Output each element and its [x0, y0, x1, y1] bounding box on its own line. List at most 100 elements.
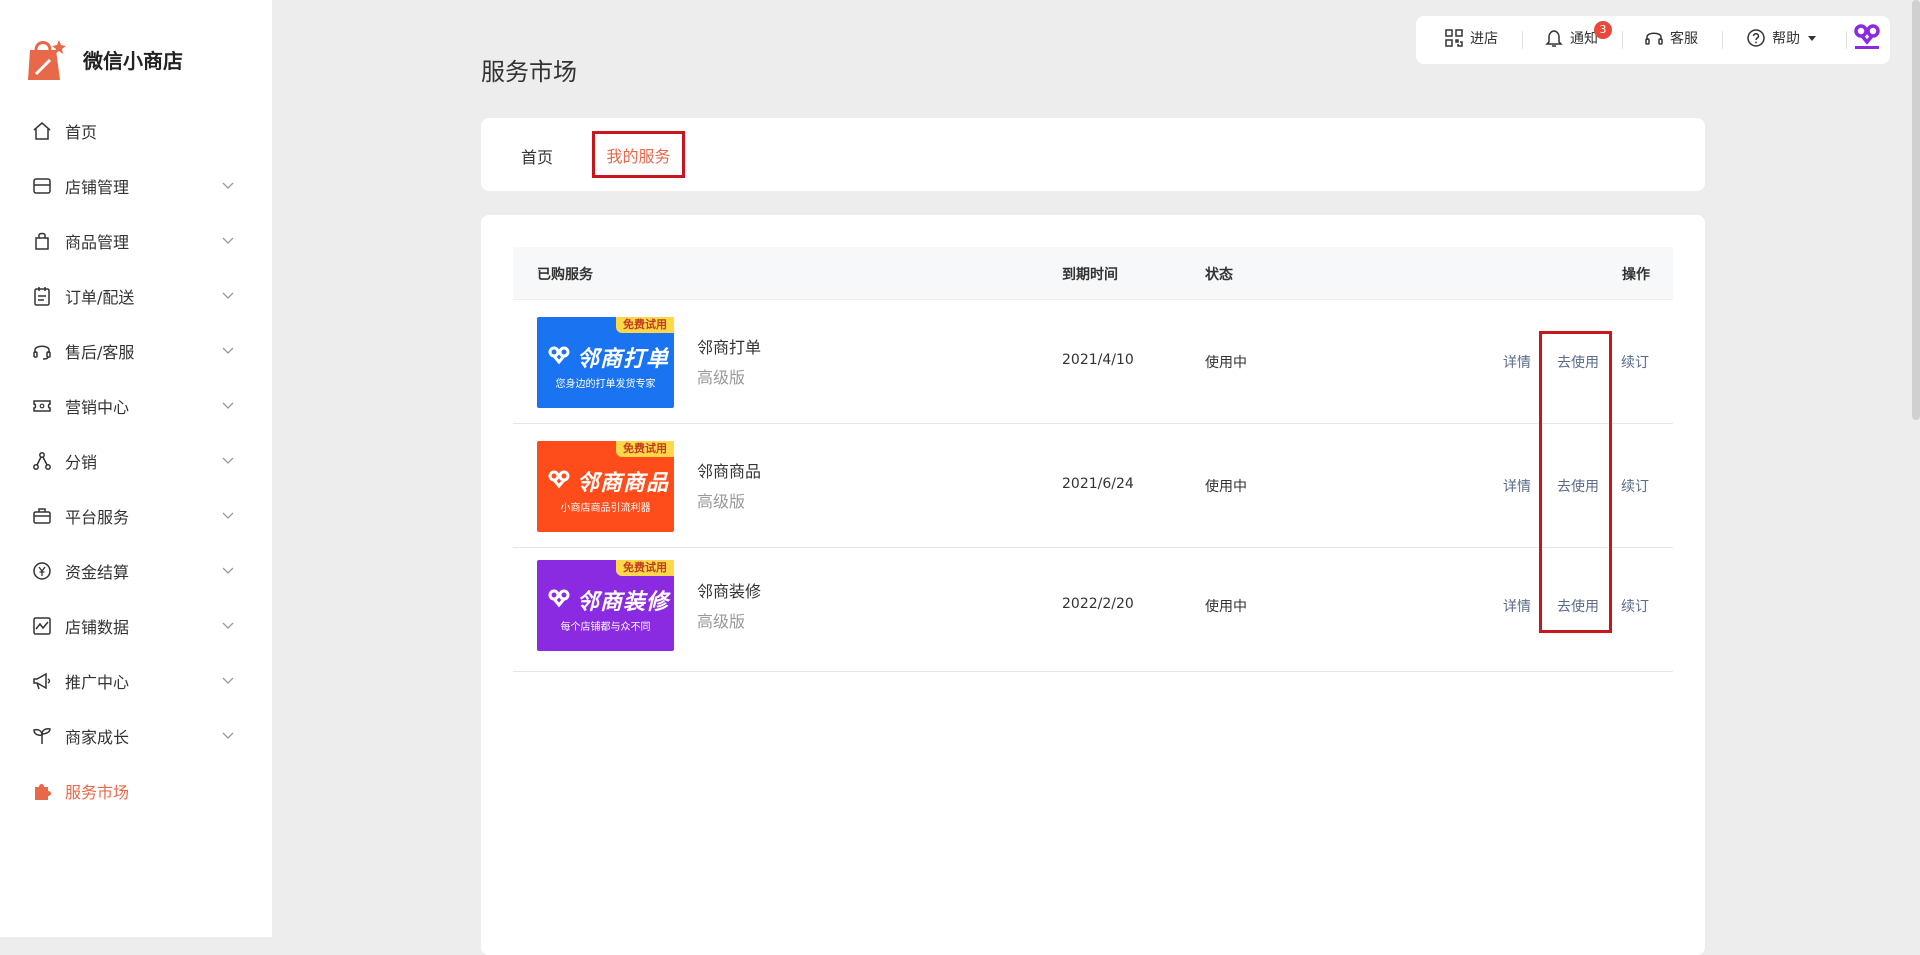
go-use-link[interactable]: 去使用 [1557, 596, 1599, 616]
column-header-status: 状态 [1205, 267, 1233, 283]
thumbnail-subtitle: 小商店商品引流利器 [560, 503, 651, 514]
brand-name: 微信小商店 [83, 48, 183, 73]
renew-link[interactable]: 续订 [1621, 476, 1649, 496]
column-header-ops: 操作 [1622, 267, 1650, 283]
caret-down-icon [1808, 36, 1816, 41]
purchased-services-table: 已购服务 到期时间 状态 操作 免费试用 邻商打单 您身边的打单发货专家 邻商打… [513, 247, 1673, 672]
free-trial-badge: 免费试用 [616, 560, 674, 576]
detail-link[interactable]: 详情 [1503, 596, 1531, 616]
sidebar-item-orders[interactable]: 订单/配送 [0, 268, 272, 323]
chevron-down-icon [222, 347, 234, 354]
help-dropdown[interactable]: 帮助 [1746, 28, 1818, 48]
divider [1622, 31, 1623, 49]
sidebar-item-label: 服务市场 [65, 782, 130, 802]
chevron-down-icon [222, 402, 234, 409]
table-header: 已购服务 到期时间 状态 操作 [513, 247, 1673, 300]
store-icon [31, 175, 53, 197]
sidebar-item-label: 售后/客服 [65, 342, 135, 362]
service-thumbnail[interactable]: 免费试用 邻商打单 您身边的打单发货专家 [537, 317, 674, 408]
thumbnail-subtitle: 您身边的打单发货专家 [555, 379, 656, 390]
bag-icon [31, 230, 53, 252]
free-trial-badge: 免费试用 [616, 317, 674, 333]
free-trial-badge: 免费试用 [616, 441, 674, 457]
brand-avatar-icon [1854, 24, 1880, 49]
go-use-link[interactable]: 去使用 [1557, 476, 1599, 496]
sidebar-item-label: 店铺管理 [65, 177, 130, 197]
enter-store-label: 进店 [1470, 31, 1498, 47]
customer-service-label: 客服 [1670, 31, 1698, 47]
page-scrollbar[interactable] [1912, 0, 1920, 420]
chevron-down-icon [222, 732, 234, 739]
sidebar-item-home[interactable]: 首页 [0, 103, 272, 158]
customer-service-button[interactable]: 客服 [1644, 28, 1698, 48]
sidebar-item-goods[interactable]: 商品管理 [0, 213, 272, 268]
brand-mark-icon [548, 589, 570, 608]
sidebar-item-store[interactable]: 店铺管理 [0, 158, 272, 213]
go-use-link[interactable]: 去使用 [1557, 352, 1599, 372]
enter-store-button[interactable]: 进店 [1444, 28, 1498, 48]
expire-date: 2022/2/20 [1062, 596, 1134, 612]
sidebar-item-label: 分销 [65, 452, 98, 472]
megaphone-icon [31, 670, 53, 692]
sprout-icon [31, 725, 53, 747]
tab-my-services[interactable]: 我的服务 [592, 131, 685, 178]
service-thumbnail[interactable]: 免费试用 邻商商品 小商店商品引流利器 [537, 441, 674, 532]
sidebar-item-growth[interactable]: 商家成长 [0, 708, 272, 763]
sidebar-item-label: 资金结算 [65, 562, 130, 582]
chart-icon [31, 615, 53, 637]
table-row: 免费试用 邻商装修 每个店铺都与众不同 邻商装修 高级版 2022/2/20 使… [513, 548, 1673, 672]
notification-button[interactable]: 通知 3 [1544, 21, 1612, 48]
bell-icon [1545, 30, 1563, 47]
headset-icon [1645, 32, 1663, 45]
sidebar-item-label: 商家成长 [65, 727, 130, 747]
chevron-down-icon [222, 292, 234, 299]
sidebar-item-label: 推广中心 [65, 672, 130, 692]
chevron-down-icon [222, 677, 234, 684]
top-toolbar: 进店 通知 3 客服 帮助 [1416, 16, 1890, 64]
sidebar-item-finance[interactable]: 资金结算 [0, 543, 272, 598]
sidebar-item-data[interactable]: 店铺数据 [0, 598, 272, 653]
brand[interactable]: 微信小商店 [26, 36, 183, 82]
ticket-icon [31, 395, 53, 417]
shopping-bag-logo-icon [28, 40, 66, 80]
sidebar-item-service-market[interactable]: 服务市场 [0, 763, 272, 818]
sidebar-item-aftersale[interactable]: 售后/客服 [0, 323, 272, 378]
chevron-down-icon [222, 237, 234, 244]
tab-my-services-label: 我的服务 [606, 146, 671, 166]
expire-date: 2021/4/10 [1062, 352, 1134, 368]
sidebar-item-label: 平台服务 [65, 507, 130, 527]
tab-home[interactable]: 首页 [521, 144, 553, 168]
yen-icon [31, 560, 53, 582]
status-text: 使用中 [1205, 355, 1247, 371]
renew-link[interactable]: 续订 [1621, 352, 1649, 372]
renew-link[interactable]: 续订 [1621, 596, 1649, 616]
sidebar-item-promotion[interactable]: 推广中心 [0, 653, 272, 708]
service-name: 邻商商品 [697, 462, 762, 481]
account-avatar[interactable] [1852, 22, 1882, 52]
services-card: 已购服务 到期时间 状态 操作 免费试用 邻商打单 您身边的打单发货专家 邻商打… [481, 215, 1705, 955]
detail-link[interactable]: 详情 [1503, 476, 1531, 496]
thumbnail-title: 邻商装修 [577, 590, 670, 615]
sidebar-item-marketing[interactable]: 营销中心 [0, 378, 272, 433]
sidebar-nav: 首页 店铺管理 商品管理 订单/配送 售后/客服 营销中心 分销 平台服务 资金… [0, 103, 272, 818]
thumbnail-title: 邻商商品 [577, 471, 670, 496]
service-thumbnail[interactable]: 免费试用 邻商装修 每个店铺都与众不同 [537, 560, 674, 651]
sidebar-item-platform[interactable]: 平台服务 [0, 488, 272, 543]
sidebar-item-distribution[interactable]: 分销 [0, 433, 272, 488]
page-title: 服务市场 [481, 58, 577, 86]
detail-link[interactable]: 详情 [1503, 352, 1531, 372]
status-text: 使用中 [1205, 599, 1247, 615]
sidebar: 微信小商店 首页 店铺管理 商品管理 订单/配送 售后/客服 营销中心 分销 平… [0, 0, 272, 937]
clipboard-icon [31, 285, 53, 307]
chevron-down-icon [222, 622, 234, 629]
tabs-card: 首页 我的服务 [481, 118, 1705, 191]
puzzle-icon [31, 780, 53, 802]
sidebar-item-label: 订单/配送 [65, 287, 135, 307]
expire-date: 2021/6/24 [1062, 476, 1134, 492]
table-row: 免费试用 邻商打单 您身边的打单发货专家 邻商打单 高级版 2021/4/10 … [513, 300, 1673, 424]
sidebar-item-label: 店铺数据 [65, 617, 130, 637]
sidebar-item-label: 首页 [65, 122, 98, 142]
column-header-service: 已购服务 [537, 267, 593, 283]
chevron-down-icon [222, 182, 234, 189]
service-version: 高级版 [697, 492, 746, 511]
